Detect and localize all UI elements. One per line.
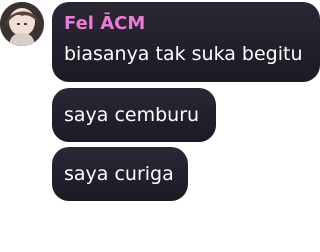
sender-name[interactable]: Fel ĀCM — [64, 13, 320, 35]
message-bubble[interactable]: saya cemburu — [52, 88, 216, 142]
avatar[interactable] — [0, 2, 44, 46]
message-bubble[interactable]: Fel ĀCM biasanya tak suka begitu — [52, 2, 320, 82]
message-text: biasanya tak suka begitu — [64, 43, 303, 65]
message-bubble[interactable]: saya curiga — [52, 147, 188, 201]
avatar-image — [0, 2, 44, 46]
message-text: saya curiga — [64, 163, 174, 185]
message-text: saya cemburu — [64, 104, 200, 126]
